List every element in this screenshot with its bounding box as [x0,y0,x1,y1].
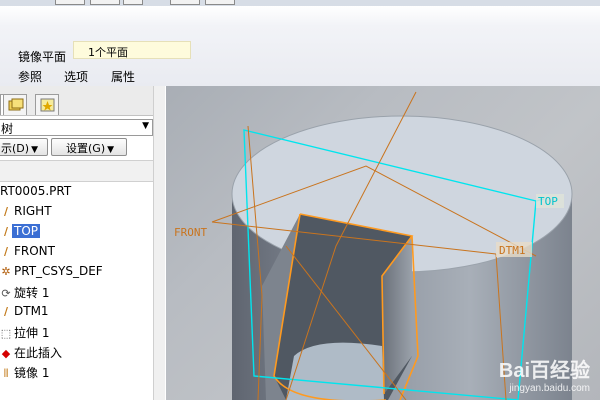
chevron-down-icon: ▼ [31,145,38,155]
tree-item-label: 拉伸 1 [14,326,50,340]
folder-icon [8,98,24,111]
tree-item-extrude[interactable]: ⬚ 拉伸 1 [0,324,51,342]
tree-item-label: RT0005.PRT [0,184,72,198]
chevron-down-icon: ▼ [107,145,115,155]
tree-item-label: RIGHT [14,204,52,218]
navigator-tabs [0,86,165,116]
tree-item-label: 镜像 1 [14,366,50,380]
tree-scrollbar[interactable] [153,86,165,400]
tree-select-value: 树 [1,122,14,136]
chevron-down-icon: ▼ [142,121,149,131]
insert-here-icon: ◆ [1,347,11,360]
datum-plane-icon: ∕ [3,225,9,238]
tree-item-label: 在此插入 [14,346,63,360]
toolbar-button[interactable] [170,0,200,5]
toolbar-button[interactable] [90,0,120,5]
datum-plane-icon: ∕ [3,245,9,258]
revolve-icon: ⟳ [1,287,11,300]
datum-plane-icon: ∕ [3,305,9,318]
tree-item-dtm1[interactable]: ∕ DTM1 [0,304,51,322]
favorites-star-icon [40,98,55,112]
tree-item-csys[interactable]: ✲ PRT_CSYS_DEF [0,264,105,282]
tree-item-top[interactable]: ∕ TOP [0,224,41,242]
tree-column-header [0,160,153,182]
settings-menu-label: 设置(G) [66,142,106,155]
datum-label-top[interactable]: TOP [538,195,558,208]
tree-item-part[interactable]: RT0005.PRT [0,184,73,202]
tree-item-revolve[interactable]: ⟳ 旋转 1 [0,284,51,302]
datum-label-dtm1[interactable]: DTM1 [499,244,526,257]
toolbar-button[interactable] [205,0,235,5]
mirror-plane-label: 镜像平面 [18,50,67,64]
settings-menu-button[interactable]: 设置(G) ▼ [51,138,127,156]
tab-properties[interactable]: 属性 [111,68,135,85]
datum-label-front[interactable]: FRONT [174,226,207,239]
toolbar-button[interactable] [123,0,143,5]
show-menu-label: 示(D) [1,142,30,155]
tree-item-front[interactable]: ∕ FRONT [0,244,57,262]
model-view: TOP FRONT DTM1 [174,91,573,400]
tab-references[interactable]: 参照 [18,68,42,85]
mirror-dashboard: 镜像平面 1个平面 参照 选项 属性 [0,6,600,86]
tree-view-select[interactable]: 树 ▼ [0,119,153,136]
tree-item-label: DTM1 [14,304,49,318]
watermark-url: jingyan.baidu.com [509,383,590,394]
tree-item-label: FRONT [14,244,55,258]
watermark: Bai百经验 jingyan.baidu.com [499,354,590,394]
csys-icon: ✲ [1,265,11,278]
mirror-plane-collector[interactable]: 1个平面 [73,41,191,59]
graphics-window[interactable]: TOP FRONT DTM1 Bai百经验 jingyan.baidu.com [166,86,600,400]
toolbar-button[interactable] [55,0,85,5]
datum-plane-icon: ∕ [3,205,9,218]
tree-item-label: PRT_CSYS_DEF [14,264,103,278]
show-menu-button[interactable]: 示(D) ▼ [0,138,48,156]
watermark-logo: Bai百经验 [498,360,590,382]
tree-item-label: 旋转 1 [14,286,50,300]
tree-item-insert-here[interactable]: ◆ 在此插入 [0,344,64,362]
tab-options[interactable]: 选项 [64,68,88,85]
tree-item-mirror[interactable]: ⫴ 镜像 1 [0,364,51,382]
tree-item-label: TOP [12,224,41,238]
tab-folder-browser[interactable] [3,94,27,115]
tree-item-right[interactable]: ∕ RIGHT [0,204,54,222]
mirror-icon: ⫴ [3,367,9,380]
extrude-icon: ⬚ [0,327,12,340]
tab-favorites[interactable] [35,94,59,115]
cut-slot-bottom [286,342,384,400]
model-tree-panel: 树 ▼ 示(D) ▼ 设置(G) ▼ RT0005.PRT ∕ RIGHT ∕ TOP … [0,86,165,400]
